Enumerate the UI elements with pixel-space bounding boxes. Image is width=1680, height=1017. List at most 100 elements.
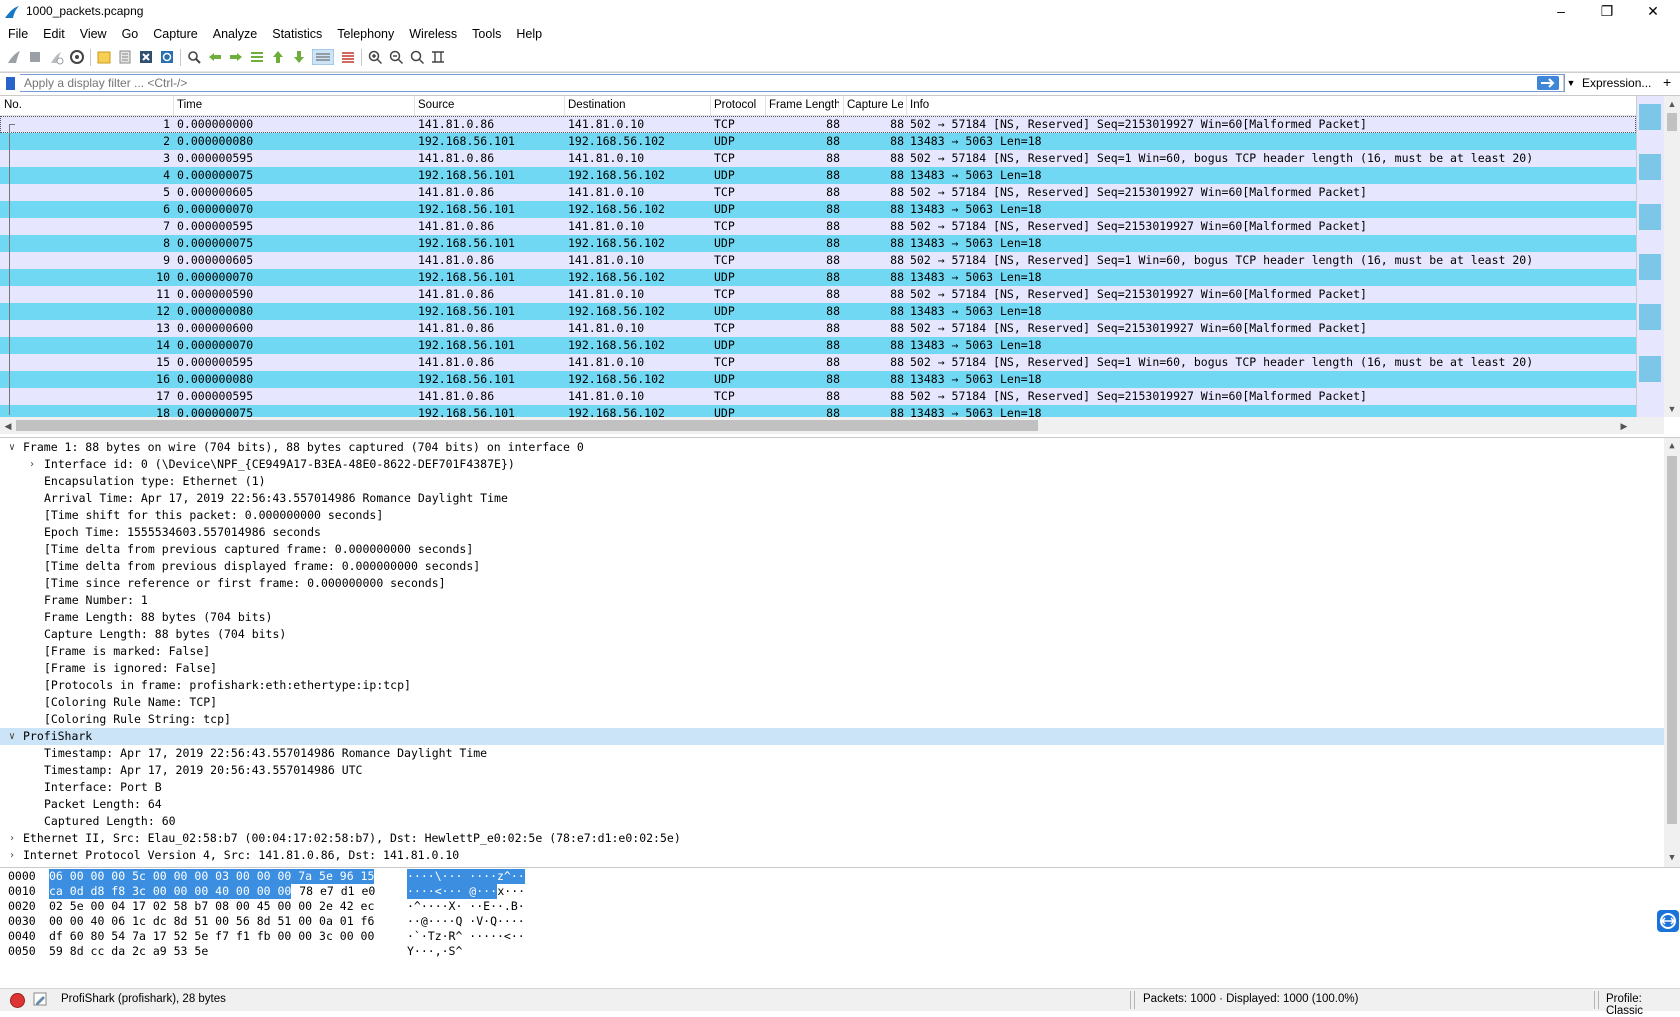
tree-protocol-node[interactable]: › Internet Protocol Version 4, Src: 141.8… [0, 847, 1664, 864]
packet-row[interactable]: 8 0.000000075 192.168.56.101 192.168.56.102… [0, 235, 1636, 252]
tree-field[interactable]: Epoch Time: 1555534603.557014986 seconds [0, 524, 1664, 541]
packet-row[interactable]: 11 0.000000590 141.81.0.86 141.81.0.10 TCP 88… [0, 286, 1636, 303]
status-profile[interactable]: Profile: Classic [1606, 993, 1680, 1017]
menu-analyze[interactable]: Analyze [205, 24, 264, 43]
column-frame-length[interactable]: Frame Length [769, 99, 839, 114]
column-source[interactable]: Source [418, 99, 454, 114]
resize-columns-icon[interactable] [430, 49, 446, 65]
scroll-up-icon[interactable]: ▲ [1664, 96, 1680, 112]
menu-capture[interactable]: Capture [145, 24, 204, 43]
start-capture-icon[interactable] [6, 49, 22, 65]
packet-row[interactable]: 6 0.000000070 192.168.56.101 192.168.56.102… [0, 201, 1636, 218]
tree-field[interactable]: Timestamp: Apr 17, 2019 22:56:43.5570149… [0, 745, 1664, 762]
filter-history-dropdown[interactable]: ▼ [1563, 75, 1578, 91]
packet-row[interactable]: 4 0.000000075 192.168.56.101 192.168.56.102… [0, 167, 1636, 184]
restore-button[interactable]: ❐ [1584, 0, 1630, 24]
restart-capture-icon[interactable] [48, 49, 64, 65]
first-packet-icon[interactable] [270, 49, 286, 65]
tree-field[interactable]: [Time delta from previous captured frame… [0, 541, 1664, 558]
tree-field[interactable]: Timestamp: Apr 17, 2019 20:56:43.5570149… [0, 762, 1664, 779]
close-file-icon[interactable] [138, 49, 154, 65]
column-destination[interactable]: Destination [568, 99, 626, 114]
save-file-icon[interactable] [117, 49, 133, 65]
tree-protocol-node[interactable]: ∨ ProfiShark [0, 728, 1664, 745]
normal-size-icon[interactable] [409, 49, 425, 65]
scroll-down-icon[interactable]: ▼ [1664, 850, 1680, 866]
scroll-down-icon[interactable]: ▼ [1664, 401, 1680, 417]
packet-row[interactable]: 15 0.000000595 141.81.0.86 141.81.0.10 TCP 88… [0, 354, 1636, 371]
tree-field[interactable]: Captured Length: 60 [0, 813, 1664, 830]
expand-chevron-down-icon[interactable]: ∨ [6, 439, 18, 456]
column-time[interactable]: Time [177, 99, 202, 114]
zoom-in-icon[interactable] [367, 49, 383, 65]
tree-protocol-node[interactable]: ∨ Frame 1: 88 bytes on wire (704 bits), 8… [0, 439, 1664, 456]
menu-statistics[interactable]: Statistics [264, 24, 329, 43]
packet-row[interactable]: 2 0.000000080 192.168.56.101 192.168.56.102… [0, 133, 1636, 150]
tree-field[interactable]: Capture Length: 88 bytes (704 bits) [0, 626, 1664, 643]
packet-row[interactable]: 12 0.000000080 192.168.56.101 192.168.56.10… [0, 303, 1636, 320]
packet-minimap[interactable] [1636, 96, 1664, 417]
scroll-up-icon[interactable]: ▲ [1664, 438, 1680, 454]
packet-row[interactable]: 13 0.000000600 141.81.0.86 141.81.0.10 TCP 88… [0, 320, 1636, 337]
tree-field[interactable]: [Time shift for this packet: 0.000000000… [0, 507, 1664, 524]
capture-options-icon[interactable] [69, 49, 85, 65]
stop-capture-icon[interactable] [27, 49, 43, 65]
tree-field[interactable]: Encapsulation type: Ethernet (1) [0, 473, 1664, 490]
display-filter-input[interactable] [20, 74, 1565, 92]
menu-view[interactable]: View [72, 24, 114, 43]
expert-info-led-icon[interactable] [10, 993, 25, 1008]
packet-row[interactable]: 14 0.000000070 192.168.56.101 192.168.56.10… [0, 337, 1636, 354]
column-capture-length[interactable]: Capture Le [847, 99, 903, 114]
expand-chevron-right-icon[interactable]: › [6, 847, 18, 864]
packet-row[interactable]: 3 0.000000595 141.81.0.86 141.81.0.10 TCP 88 8… [0, 150, 1636, 167]
expand-chevron-right-icon[interactable]: › [26, 456, 38, 473]
packet-row[interactable]: 18 0.000000075 192.168.56.101 192.168.56.10… [0, 405, 1636, 417]
apply-filter-arrow-icon[interactable] [1537, 76, 1559, 90]
close-button[interactable]: ✕ [1630, 0, 1676, 24]
capture-comment-icon[interactable] [33, 992, 47, 1006]
open-file-icon[interactable] [96, 49, 112, 65]
tree-field[interactable]: Frame Number: 1 [0, 592, 1664, 609]
tree-field[interactable]: Packet Length: 64 [0, 796, 1664, 813]
details-vscrollbar[interactable]: ▲ ▼ [1664, 438, 1680, 867]
tree-field[interactable]: [Protocols in frame: profishark:eth:ethe… [0, 677, 1664, 694]
go-forward-icon[interactable] [228, 49, 244, 65]
tree-field[interactable]: [Coloring Rule Name: TCP] [0, 694, 1664, 711]
tree-field[interactable]: [Time delta from previous displayed fram… [0, 558, 1664, 575]
menu-wireless[interactable]: Wireless [401, 24, 464, 43]
expression-button[interactable]: Expression... [1582, 76, 1651, 90]
menu-tools[interactable]: Tools [464, 24, 508, 43]
packet-row[interactable]: 10 0.000000070 192.168.56.101 192.168.56.10… [0, 269, 1636, 286]
packet-row[interactable]: 9 0.000000605 141.81.0.86 141.81.0.10 TCP 88 8… [0, 252, 1636, 269]
tree-field[interactable]: [Frame is ignored: False] [0, 660, 1664, 677]
packet-row[interactable]: 17 0.000000595 141.81.0.86 141.81.0.10 TCP 88… [0, 388, 1636, 405]
tree-field[interactable]: Arrival Time: Apr 17, 2019 22:56:43.5570… [0, 490, 1664, 507]
packet-row[interactable]: 7 0.000000595 141.81.0.86 141.81.0.10 TCP 88 8… [0, 218, 1636, 235]
packet-row[interactable]: 1 0.000000000 141.81.0.86 141.81.0.10 TCP 88 8… [0, 116, 1636, 133]
expand-chevron-down-icon[interactable]: ∨ [6, 728, 18, 745]
column-info[interactable]: Info [910, 99, 929, 114]
packet-row[interactable]: 5 0.000000605 141.81.0.86 141.81.0.10 TCP 88 8… [0, 184, 1636, 201]
minimize-button[interactable]: – [1538, 0, 1584, 24]
zoom-out-icon[interactable] [388, 49, 404, 65]
tree-field[interactable]: › Interface id: 0 (\Device\NPF_{CE949A17-… [0, 456, 1664, 473]
menu-telephony[interactable]: Telephony [329, 24, 401, 43]
packet-list-hscrollbar[interactable]: ◀ ▶ [0, 417, 1664, 434]
reload-file-icon[interactable] [159, 49, 175, 65]
tree-protocol-node[interactable]: › Ethernet II, Src: Elau_02:58:b7 (00:04:… [0, 830, 1664, 847]
column-no[interactable]: No. [4, 99, 22, 114]
menu-help[interactable]: Help [508, 24, 549, 43]
scroll-left-icon[interactable]: ◀ [0, 418, 16, 434]
packet-list-vscrollbar[interactable]: ▲ ▼ [1664, 96, 1680, 417]
colorize-icon[interactable] [340, 49, 356, 65]
tree-field[interactable]: Interface: Port B [0, 779, 1664, 796]
column-protocol[interactable]: Protocol [714, 99, 756, 114]
tree-field[interactable]: [Time since reference or first frame: 0.… [0, 575, 1664, 592]
expand-chevron-right-icon[interactable]: › [6, 830, 18, 847]
teamviewer-icon[interactable] [1657, 910, 1679, 932]
menu-go[interactable]: Go [114, 24, 146, 43]
add-filter-button[interactable]: + [1663, 74, 1671, 90]
last-packet-icon[interactable] [291, 49, 307, 65]
tree-field[interactable]: [Frame is marked: False] [0, 643, 1664, 660]
go-to-packet-icon[interactable] [249, 49, 265, 65]
